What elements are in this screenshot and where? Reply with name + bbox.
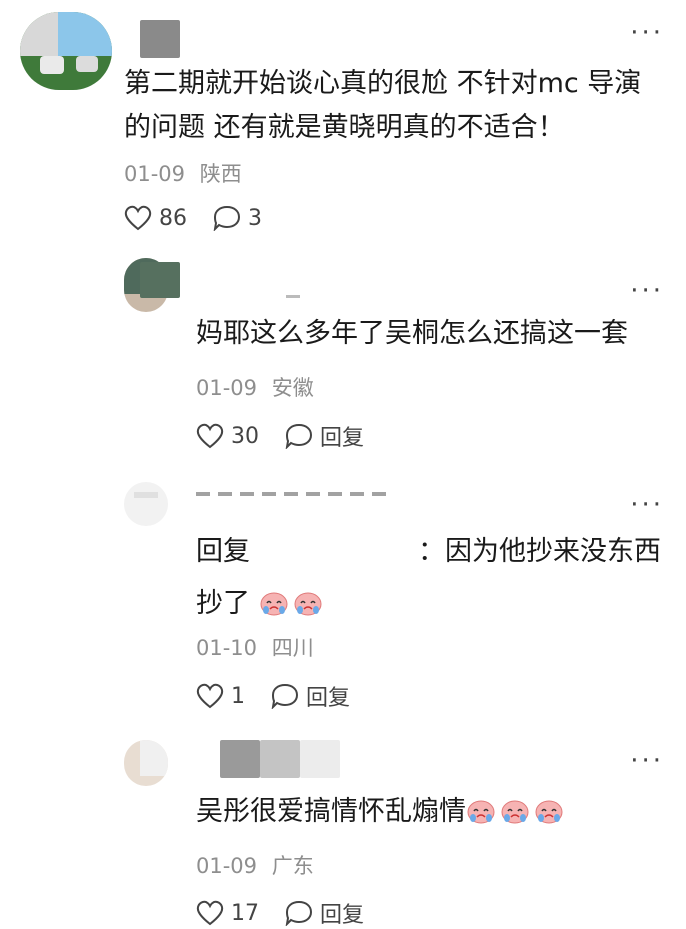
reply-button[interactable]: 回复: [285, 897, 364, 929]
comment-text: 回复 ：因为他抄来没东西 抄了: [196, 530, 666, 626]
heart-icon: [196, 423, 224, 449]
comment-meta: 01-09 安徽: [196, 372, 314, 402]
comment-date: 01-09: [124, 162, 186, 186]
comment-location: 陕西: [199, 162, 242, 186]
comment-text: 妈耶这么多年了吴桐怎么还搞这一套: [196, 318, 628, 349]
like-button[interactable]: 30: [196, 423, 259, 449]
comment-actions: 1 回复: [196, 680, 376, 712]
heart-icon: [196, 900, 224, 926]
comment-bubble-icon: [213, 205, 241, 231]
heart-icon: [124, 205, 152, 231]
reply-label: 回复: [306, 686, 351, 711]
like-count: 86: [159, 205, 187, 231]
like-count: 17: [231, 900, 259, 926]
crying-face-emoji: [535, 800, 563, 824]
avatar[interactable]: [124, 740, 168, 786]
comment-location: 四川: [271, 636, 314, 660]
avatar[interactable]: [20, 12, 112, 90]
crying-face-emoji: [501, 800, 529, 824]
comment-location: 安徽: [271, 376, 314, 400]
comment-date: 01-09: [196, 854, 258, 878]
more-dots-icon[interactable]: ···: [630, 20, 664, 46]
comment-bubble-icon: [285, 423, 313, 449]
more-dots-icon[interactable]: ···: [630, 492, 664, 518]
crying-face-emoji: [294, 592, 322, 616]
comment-date: 01-10: [196, 636, 258, 660]
crying-face-emoji: [260, 592, 288, 616]
like-count: 1: [231, 683, 245, 709]
reply-body-line2: 抄了: [196, 588, 250, 619]
reply-label: 回复: [320, 903, 365, 928]
reply-count: 3: [248, 205, 262, 231]
username-redacted[interactable]: [260, 740, 300, 778]
like-button[interactable]: 1: [196, 683, 245, 709]
heart-icon: [196, 683, 224, 709]
comment-meta: 01-10 四川: [196, 632, 314, 662]
username-redacted[interactable]: [220, 740, 260, 778]
like-count: 30: [231, 423, 259, 449]
reply-button[interactable]: 回复: [285, 420, 364, 452]
comment-button[interactable]: 3: [213, 205, 262, 231]
comment-bubble-icon: [285, 900, 313, 926]
username-fragment: [286, 295, 300, 298]
reply-body-line1: ：因为他抄来没东西: [418, 536, 661, 567]
comment-bubble-icon: [271, 683, 299, 709]
comment-actions: 86 3: [124, 205, 288, 231]
like-button[interactable]: 86: [124, 205, 187, 231]
avatar[interactable]: [124, 482, 168, 526]
comment-text: 吴彤很爱搞情怀乱煽情: [196, 790, 568, 834]
crying-face-emoji: [467, 800, 495, 824]
comment-meta: 01-09 广东: [196, 850, 314, 880]
comment-text: 第二期就开始谈心真的很尬 不针对mc 导演 的问题 还有就是黄晓明真的不适合！: [124, 68, 642, 143]
comment-actions: 17 回复: [196, 897, 390, 929]
username-redacted[interactable]: [140, 20, 180, 58]
comment-location: 广东: [271, 854, 314, 878]
comment-actions: 30 回复: [196, 420, 390, 452]
like-button[interactable]: 17: [196, 900, 259, 926]
more-dots-icon[interactable]: ···: [630, 748, 664, 774]
reply-button[interactable]: 回复: [271, 680, 350, 712]
reply-prefix[interactable]: 回复: [196, 536, 250, 567]
username-redacted[interactable]: [300, 740, 340, 778]
username-cropped[interactable]: [196, 488, 386, 498]
username-redacted[interactable]: [140, 262, 180, 298]
comment-meta: 01-09 陕西: [124, 158, 242, 188]
reply-label: 回复: [320, 426, 365, 451]
comment-date: 01-09: [196, 376, 258, 400]
more-dots-icon[interactable]: ···: [630, 278, 664, 304]
